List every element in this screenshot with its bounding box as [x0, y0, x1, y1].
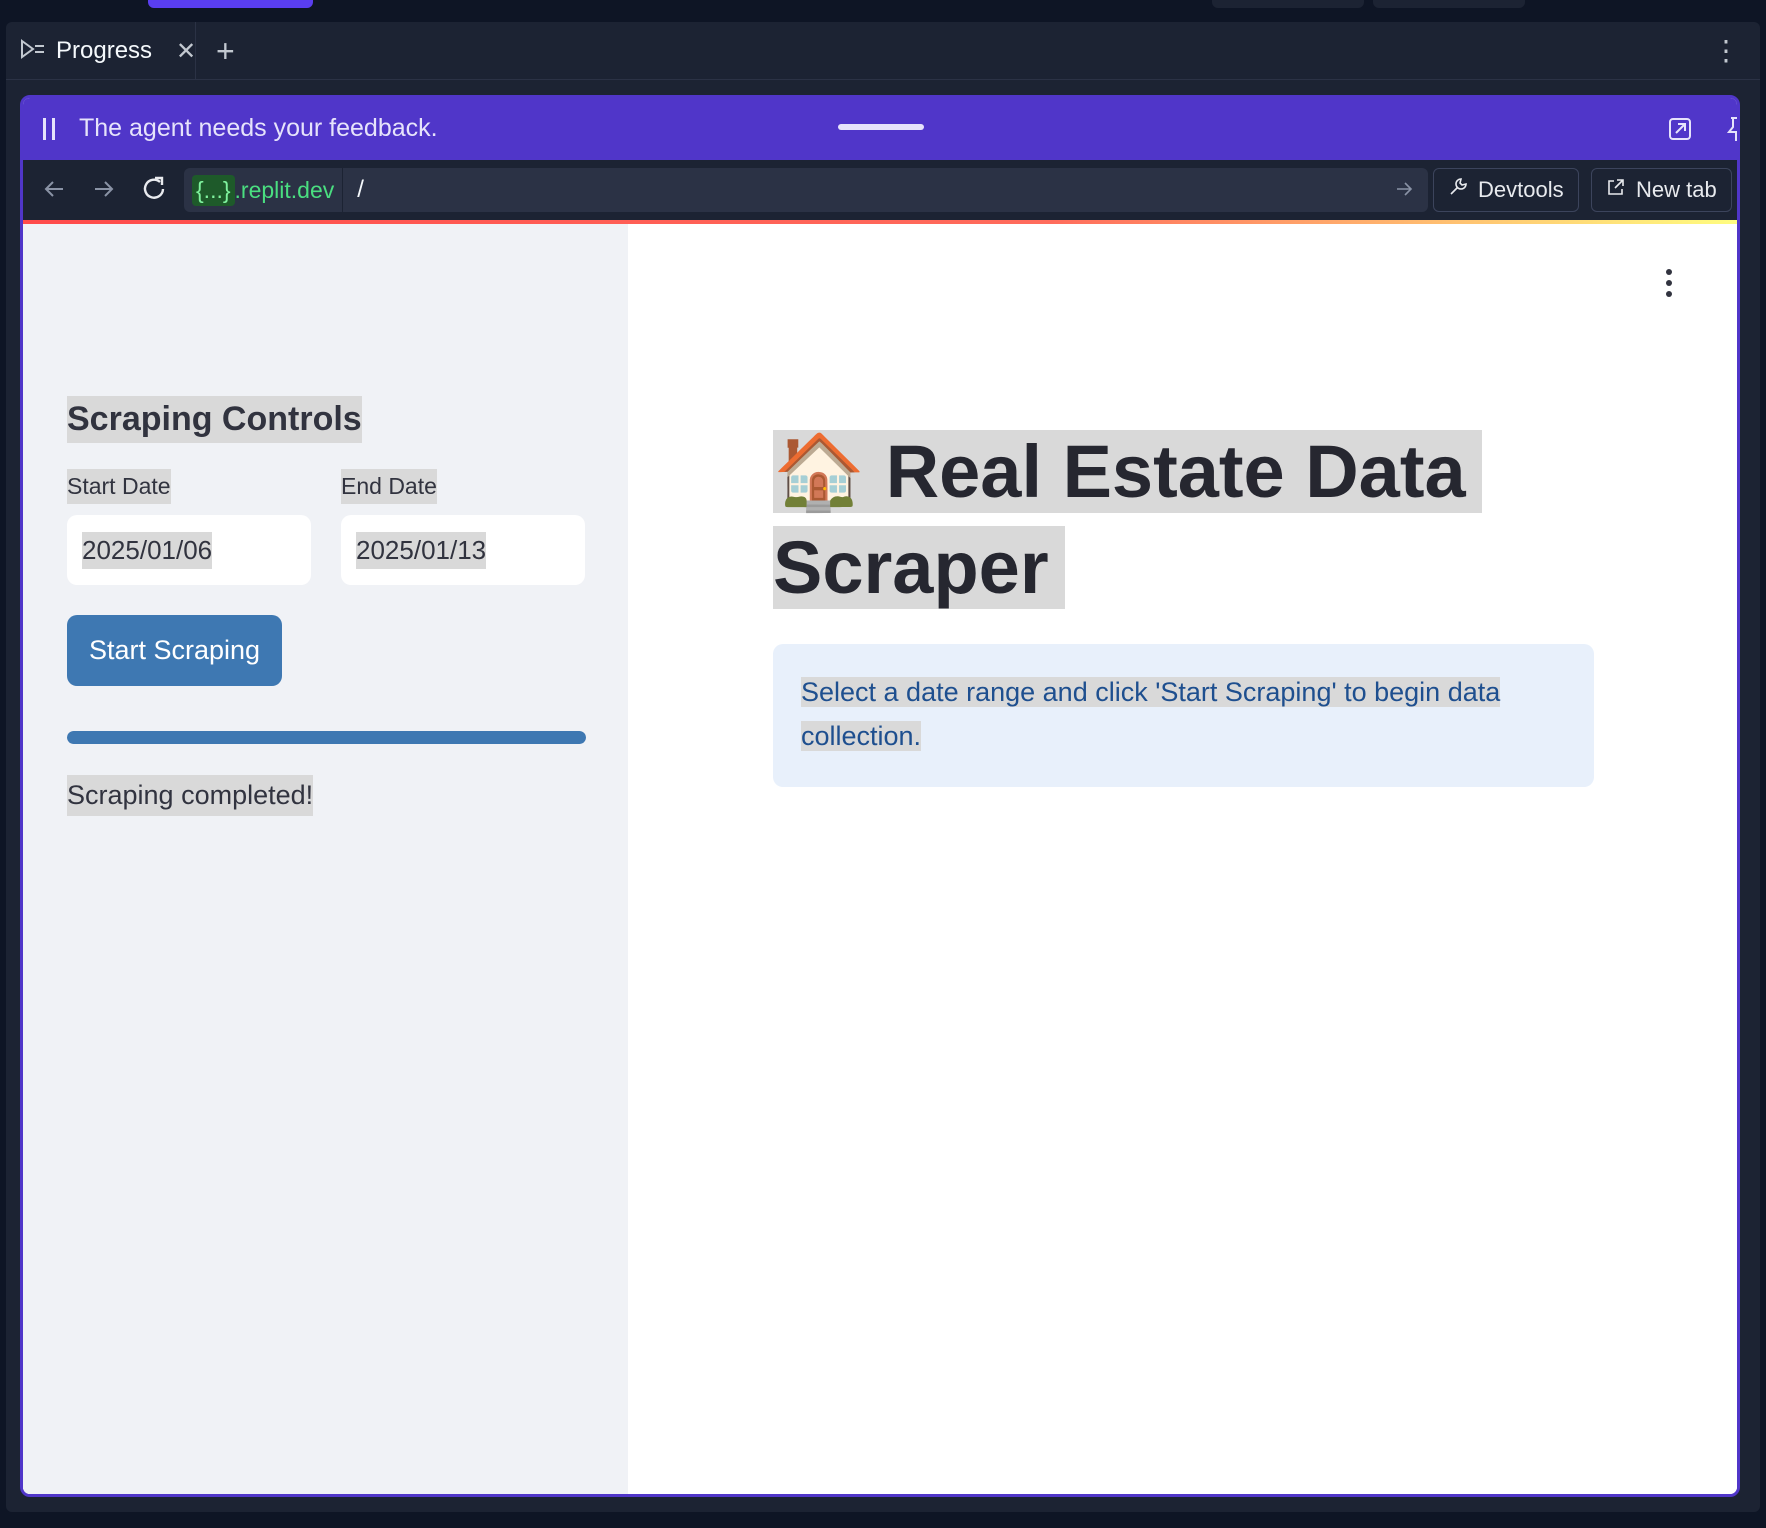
reload-icon[interactable] — [137, 172, 171, 206]
devtools-button[interactable]: Devtools — [1433, 168, 1579, 212]
info-message: Select a date range and click 'Start Scr… — [801, 677, 1501, 751]
tab-progress[interactable]: Progress ✕ — [6, 22, 196, 80]
tab-label: Progress — [56, 37, 153, 64]
pin-icon[interactable] — [1721, 114, 1737, 144]
end-date-value: 2025/01/13 — [356, 532, 487, 569]
house-icon: 🏠 — [773, 430, 866, 513]
feedback-banner: The agent needs your feedback. — [23, 98, 1737, 160]
info-alert: Select a date range and click 'Start Scr… — [773, 644, 1594, 787]
streamlit-app: Scraping Controls Start Date End Date 20… — [23, 224, 1737, 1494]
main-menu-icon[interactable] — [1665, 269, 1673, 297]
start-date-value: 2025/01/06 — [82, 532, 213, 569]
start-date-label: Start Date — [67, 469, 171, 504]
feedback-message: The agent needs your feedback. — [79, 114, 438, 142]
new-tab-button[interactable]: New tab — [1591, 168, 1732, 212]
end-date-input[interactable]: 2025/01/13 — [341, 515, 585, 585]
url-host-braces: {...} — [192, 174, 235, 206]
pause-icon[interactable] — [43, 118, 57, 140]
tab-bar: Progress ✕ + ⋮ — [6, 22, 1760, 80]
url-separator — [342, 168, 344, 212]
external-link-icon — [1606, 177, 1626, 203]
top-strip — [0, 0, 1766, 20]
active-workspace-indicator — [148, 0, 313, 8]
url-path-input[interactable]: / — [357, 176, 364, 204]
url-host: {...} .replit.dev — [192, 174, 335, 206]
start-scraping-button[interactable]: Start Scraping — [67, 615, 282, 686]
preview-panel: Progress ✕ + ⋮ The agent needs your feed… — [6, 22, 1760, 1512]
new-tab-label: New tab — [1636, 177, 1717, 202]
wrench-icon — [1448, 177, 1468, 203]
back-arrow-icon[interactable] — [37, 172, 71, 206]
go-arrow-icon[interactable] — [1392, 177, 1416, 201]
devtools-label: Devtools — [1478, 177, 1564, 202]
url-host-domain: .replit.dev — [234, 176, 335, 203]
webview-frame: The agent needs your feedback. {...} .rep… — [20, 95, 1740, 1497]
sidebar-title: Scraping Controls — [67, 396, 362, 443]
more-options-icon[interactable]: ⋮ — [1712, 34, 1740, 68]
status-message: Scraping completed! — [67, 775, 314, 816]
scraping-progress-bar — [67, 731, 586, 744]
top-pill — [1212, 0, 1364, 8]
page-title-text: Real Estate Data Scraper — [773, 430, 1466, 609]
top-pill — [1373, 0, 1525, 8]
page-title: 🏠 Real Estate Data Scraper — [773, 424, 1533, 616]
progress-icon — [20, 37, 46, 66]
drag-handle[interactable] — [838, 124, 924, 130]
end-date-label: End Date — [341, 469, 437, 504]
sidebar: Scraping Controls Start Date End Date 20… — [23, 224, 628, 1494]
url-bar: {...} .replit.dev / Devtools New tab — [23, 160, 1737, 220]
url-field[interactable]: {...} .replit.dev / — [184, 168, 1428, 212]
expand-icon[interactable] — [1665, 114, 1695, 144]
forward-arrow-icon[interactable] — [87, 172, 121, 206]
close-icon[interactable]: ✕ — [176, 37, 196, 66]
add-tab-button[interactable]: + — [216, 32, 235, 70]
start-date-input[interactable]: 2025/01/06 — [67, 515, 311, 585]
progress-fill — [67, 731, 586, 744]
